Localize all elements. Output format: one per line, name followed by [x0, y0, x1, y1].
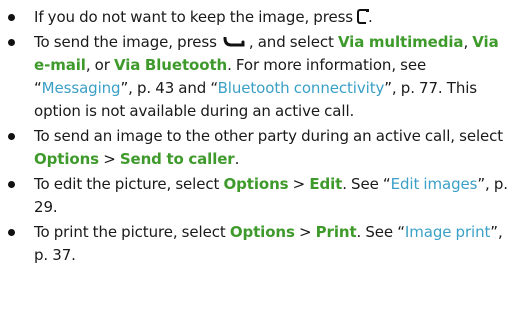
- option-via-multimedia: Via multimedia: [337, 33, 464, 51]
- bullet-icon: [8, 133, 15, 140]
- item-text: ,: [463, 33, 469, 51]
- item-text: >: [292, 175, 306, 193]
- item-text: >: [299, 223, 312, 241]
- document-page: If you do not want to keep the image, pr…: [0, 0, 518, 326]
- bullet-icon: [8, 181, 15, 188]
- item-text: To print the picture, select: [34, 223, 226, 241]
- list-item: To print the picture, select Options > P…: [4, 221, 512, 267]
- option-send-to-caller: Send to caller: [119, 150, 235, 168]
- item-text: , and select: [248, 33, 334, 51]
- option-edit: Edit: [309, 175, 343, 193]
- list-item: To send the image, press , and select Via…: [4, 31, 512, 123]
- item-text: To send an image to the other party duri…: [34, 127, 504, 145]
- option-options: Options: [34, 150, 100, 168]
- list-item: To edit the picture, select Options > Ed…: [4, 173, 512, 219]
- bullet-icon: [8, 39, 15, 46]
- bullet-icon: [8, 14, 15, 21]
- item-text: .: [234, 150, 240, 168]
- item-text: >: [103, 150, 116, 168]
- send-key-icon: [223, 37, 245, 47]
- list-item: If you do not want to keep the image, pr…: [4, 6, 512, 29]
- list-item: To send an image to the other party duri…: [4, 125, 512, 171]
- item-text: . See “: [342, 175, 391, 193]
- item-text: ”, p. 43 and “: [120, 79, 218, 97]
- link-edit-images[interactable]: Edit images: [391, 175, 478, 193]
- bullet-icon: [8, 229, 15, 236]
- item-text: If you do not want to keep the image, pr…: [34, 8, 354, 26]
- option-via-bluetooth: Via Bluetooth: [114, 56, 228, 74]
- clear-key-icon: [357, 8, 370, 24]
- link-image-print[interactable]: Image print: [405, 223, 490, 241]
- item-text: , or: [85, 56, 110, 74]
- link-messaging[interactable]: Messaging: [42, 79, 121, 97]
- item-text: . See “: [356, 223, 405, 241]
- link-bluetooth-connectivity[interactable]: Bluetooth connectivity: [218, 79, 385, 97]
- item-text: To edit the picture, select: [34, 175, 220, 193]
- option-print: Print: [315, 223, 357, 241]
- option-options: Options: [229, 223, 295, 241]
- option-options: Options: [223, 175, 289, 193]
- item-text: To send the image, press: [34, 33, 217, 51]
- bullet-list: If you do not want to keep the image, pr…: [4, 6, 512, 267]
